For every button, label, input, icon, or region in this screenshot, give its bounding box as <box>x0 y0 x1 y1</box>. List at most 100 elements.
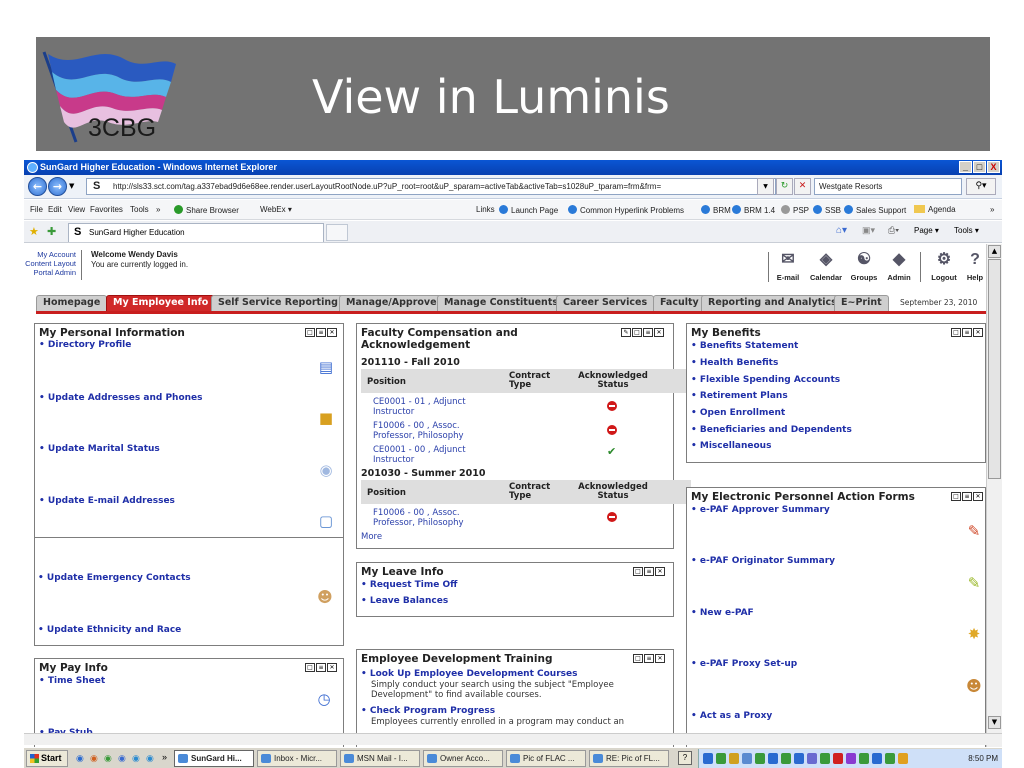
tray-security-icon[interactable] <box>716 753 726 764</box>
webex-menu[interactable]: WebEx ▾ <box>260 205 292 214</box>
tab-self-service-reporting[interactable]: Self Service Reporting <box>211 295 345 311</box>
new-tab-button[interactable] <box>326 224 348 241</box>
portlet-minimize-icon[interactable]: □ <box>633 654 643 663</box>
tab-homepage[interactable]: Homepage <box>36 295 108 311</box>
portlet-options-icon[interactable]: ≡ <box>962 492 972 501</box>
tray-people-icon[interactable] <box>885 753 895 764</box>
tab-eprint[interactable]: E~Print <box>834 295 889 311</box>
link-psp[interactable]: PSP <box>781 205 809 215</box>
quick-launch-app-icon[interactable]: ◉ <box>118 753 126 764</box>
not-acknowledged-icon[interactable] <box>607 425 617 435</box>
lookup-courses-link[interactable]: • Look Up Employee Development Courses <box>361 669 577 679</box>
tray-power-icon[interactable] <box>859 753 869 764</box>
menu-overflow[interactable]: » <box>156 205 160 214</box>
quick-launch-media-icon[interactable]: ◉ <box>132 753 140 764</box>
time-sheet-link[interactable]: • Time Sheet <box>39 676 105 686</box>
epaf-proxy-setup-link[interactable]: • e-PAF Proxy Set-up <box>691 659 797 669</box>
tray-display-icon[interactable] <box>742 753 752 764</box>
request-time-off-link[interactable]: • Request Time Off <box>361 580 457 590</box>
epaf-originator-summary-link[interactable]: • e-PAF Originator Summary <box>691 556 835 566</box>
tray-sync-icon[interactable] <box>768 753 778 764</box>
quick-launch-msn-icon[interactable]: ◉ <box>104 753 112 764</box>
calendar-button[interactable]: ◈ Calendar <box>808 250 844 282</box>
portlet-close-icon[interactable]: ✕ <box>327 663 337 672</box>
scroll-up-icon[interactable]: ▲ <box>988 245 1001 258</box>
search-button[interactable]: ⚲▾ <box>966 178 996 195</box>
url-dropdown-button[interactable]: ▼ <box>757 178 774 195</box>
act-as-proxy-link[interactable]: • Act as a Proxy <box>691 711 772 721</box>
flexible-spending-link[interactable]: • Flexible Spending Accounts <box>691 375 840 385</box>
portlet-minimize-icon[interactable]: □ <box>633 567 643 576</box>
link-sales-support[interactable]: Sales Support <box>844 205 906 215</box>
new-epaf-link[interactable]: • New e-PAF <box>691 608 754 618</box>
forward-button[interactable]: → <box>48 177 67 196</box>
tab-manage-approve[interactable]: Manage/Approve <box>339 295 444 311</box>
not-acknowledged-icon[interactable] <box>607 512 617 522</box>
miscellaneous-link[interactable]: • Miscellaneous <box>691 441 771 451</box>
links-overflow[interactable]: » <box>990 205 994 214</box>
home-icon[interactable]: ⌂▾ <box>836 225 847 236</box>
help-icon[interactable]: ? <box>678 751 692 765</box>
check-program-progress-link[interactable]: • Check Program Progress <box>361 706 495 716</box>
link-launch-page[interactable]: Launch Page <box>499 205 558 215</box>
email-button[interactable]: ✉ E-mail <box>772 250 804 282</box>
not-acknowledged-icon[interactable] <box>607 401 617 411</box>
tray-antivirus-icon[interactable] <box>833 753 843 764</box>
portlet-close-icon[interactable]: ✕ <box>327 328 337 337</box>
link-common-hyperlink-problems[interactable]: Common Hyperlink Problems <box>568 205 684 215</box>
tab-my-employee-info[interactable]: My Employee Info <box>106 295 216 311</box>
tray-volume-icon[interactable] <box>898 753 908 764</box>
portal-admin-link[interactable]: Portal Admin <box>24 268 76 277</box>
refresh-button[interactable]: ↻ <box>776 178 793 195</box>
leave-balances-link[interactable]: • Leave Balances <box>361 596 448 606</box>
health-benefits-link[interactable]: • Health Benefits <box>691 358 778 368</box>
tray-network-icon[interactable] <box>703 753 713 764</box>
tray-monitor-icon[interactable] <box>872 753 882 764</box>
tab-faculty[interactable]: Faculty <box>653 295 706 311</box>
link-brm[interactable]: BRM <box>701 205 731 215</box>
tab-manage-constituents[interactable]: Manage Constituents <box>437 295 566 311</box>
content-layout-link[interactable]: Content Layout <box>24 259 76 268</box>
update-ethnicity-link[interactable]: • Update Ethnicity and Race <box>38 625 181 635</box>
tray-bluetooth-icon[interactable] <box>794 753 804 764</box>
epaf-approver-summary-link[interactable]: • e-PAF Approver Summary <box>691 505 830 515</box>
portlet-minimize-icon[interactable]: □ <box>632 328 642 337</box>
logout-button[interactable]: ⚙ Logout <box>928 250 960 282</box>
portlet-minimize-icon[interactable]: □ <box>951 492 961 501</box>
tray-app-icon[interactable] <box>781 753 791 764</box>
vertical-scrollbar[interactable]: ▲ ▼ <box>986 244 1002 749</box>
portlet-close-icon[interactable]: ✕ <box>655 654 665 663</box>
position-link[interactable]: F10006 - 00 , Assoc. Professor, Philosoph… <box>373 421 464 441</box>
horizontal-scrollbar[interactable] <box>24 733 1002 745</box>
update-addresses-link[interactable]: • Update Addresses and Phones <box>39 393 203 403</box>
quick-launch-ie-icon[interactable]: ◉ <box>76 753 84 764</box>
taskbar-inbox[interactable]: Inbox - Micr... <box>257 750 337 767</box>
position-link[interactable]: CE0001 - 01 , Adjunct Instructor <box>373 397 466 417</box>
browser-tab-active[interactable]: S SunGard Higher Education <box>68 223 324 242</box>
maximize-button[interactable]: □ <box>973 161 986 173</box>
tab-career-services[interactable]: Career Services <box>556 295 655 311</box>
tray-messenger-icon[interactable] <box>755 753 765 764</box>
taskbar-owner-account[interactable]: Owner Acco... <box>423 750 503 767</box>
open-enrollment-link[interactable]: • Open Enrollment <box>691 408 785 418</box>
menu-file[interactable]: File <box>30 205 43 214</box>
minimize-button[interactable]: _ <box>959 161 972 173</box>
update-emergency-contacts-link[interactable]: • Update Emergency Contacts <box>38 573 191 583</box>
position-link[interactable]: F10006 - 00 , Assoc. Professor, Philosoph… <box>373 508 464 528</box>
link-ssb[interactable]: SSB <box>813 205 841 215</box>
portlet-options-icon[interactable]: ≡ <box>643 328 653 337</box>
portlet-edit-icon[interactable]: ✎ <box>621 328 631 337</box>
menu-view[interactable]: View <box>68 205 85 214</box>
admin-button[interactable]: ◆ Admin <box>884 250 914 282</box>
quick-launch-browser-icon[interactable]: ◉ <box>146 753 154 764</box>
tray-chat-icon[interactable] <box>846 753 856 764</box>
retirement-plans-link[interactable]: • Retirement Plans <box>691 391 788 401</box>
feeds-icon[interactable]: ▣▾ <box>862 225 875 236</box>
portlet-options-icon[interactable]: ≡ <box>644 567 654 576</box>
benefits-statement-link[interactable]: • Benefits Statement <box>691 341 798 351</box>
menu-tools[interactable]: Tools <box>130 205 149 214</box>
menu-edit[interactable]: Edit <box>48 205 62 214</box>
close-button[interactable]: X <box>987 161 1000 173</box>
directory-profile-link[interactable]: • Directory Profile <box>39 340 131 350</box>
history-dropdown-icon[interactable]: ▼ <box>69 182 74 190</box>
